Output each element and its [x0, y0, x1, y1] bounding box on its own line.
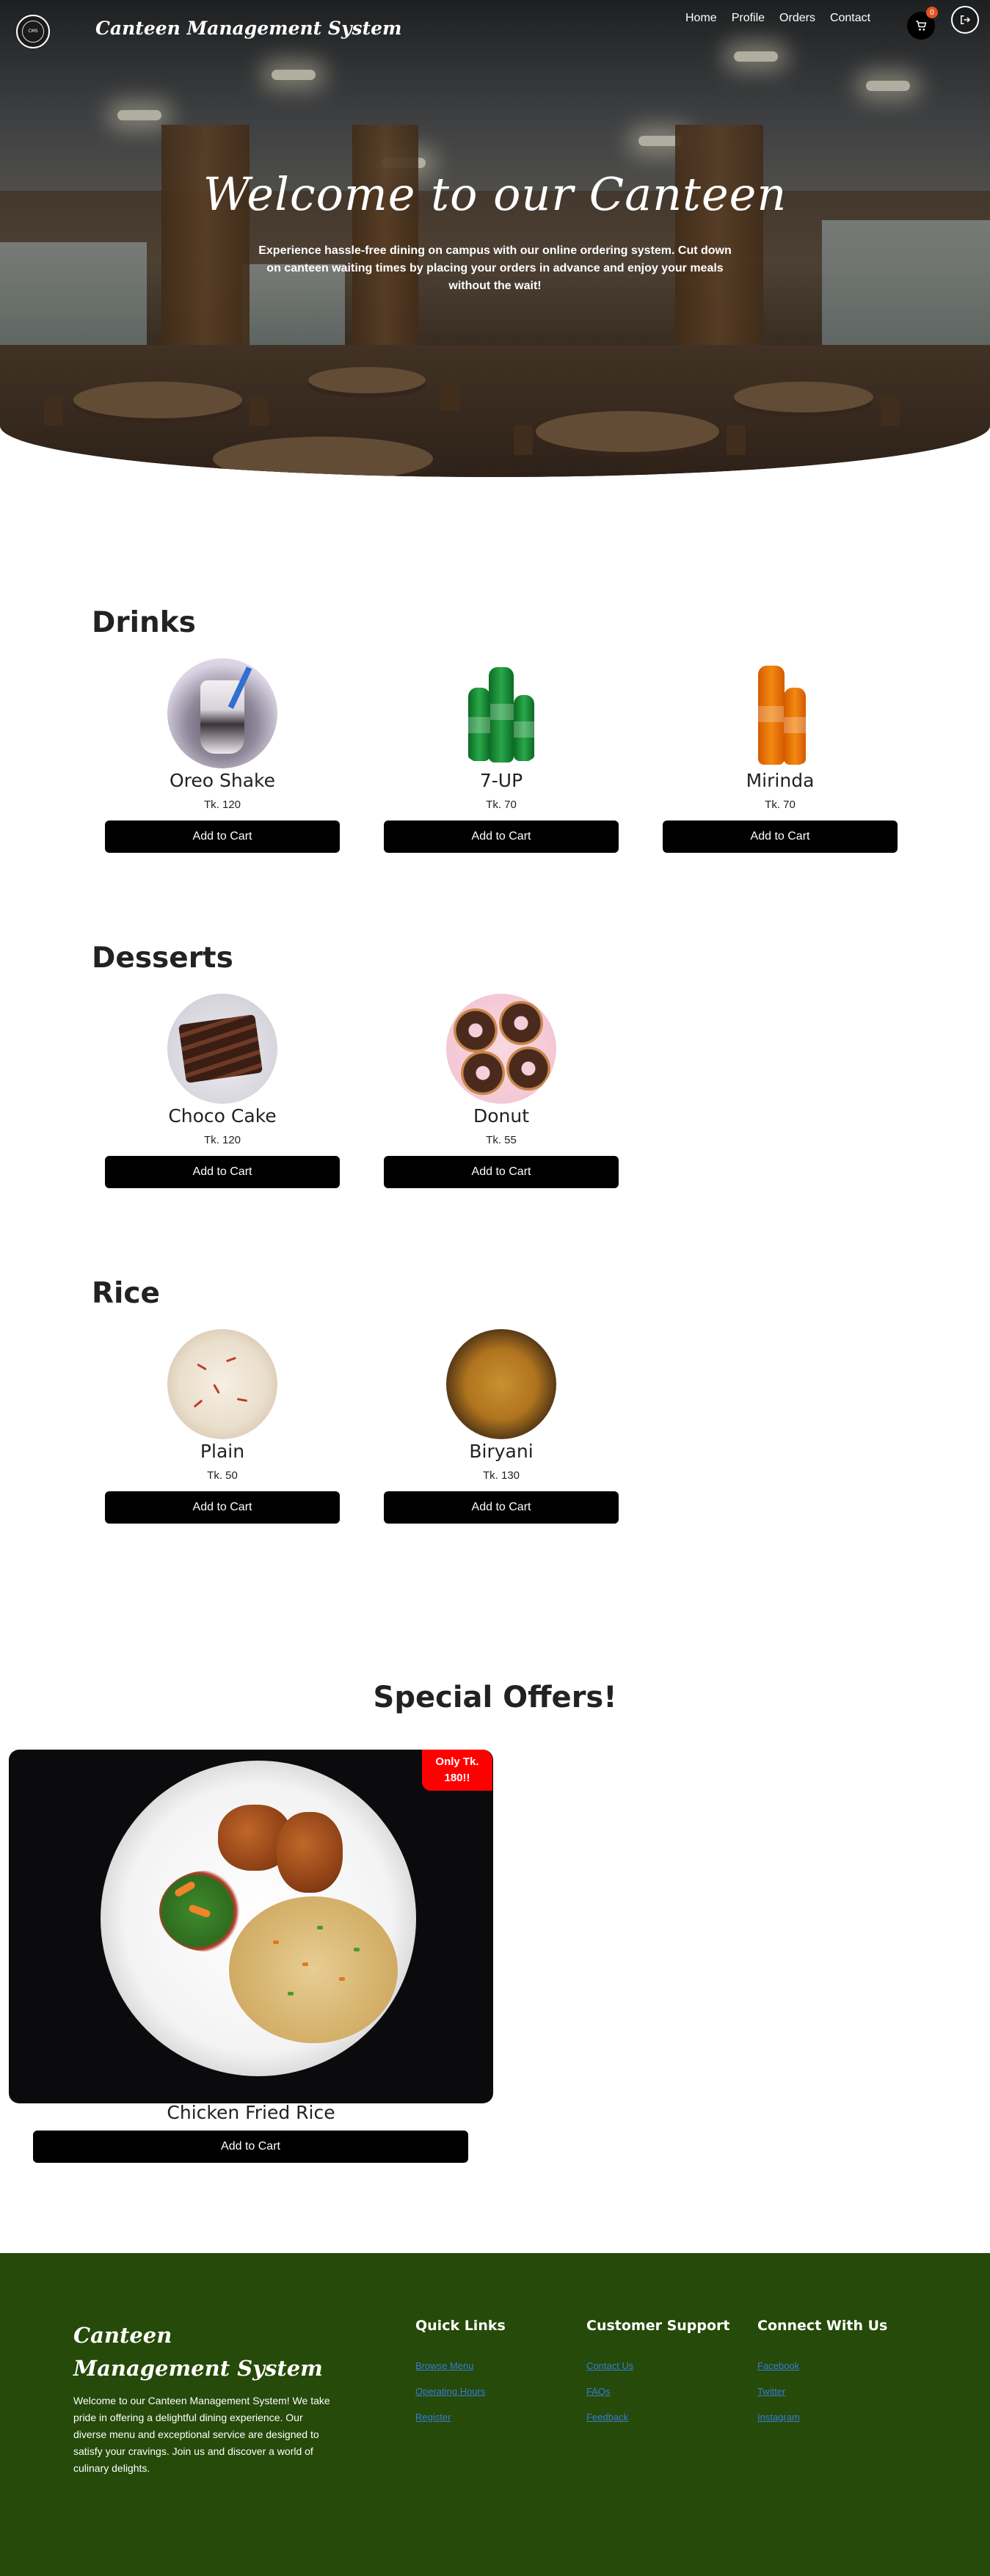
badge-line-2: 180!!	[444, 1772, 470, 1784]
section-title-drinks: Drinks	[92, 606, 196, 639]
logo-text: CMS	[22, 21, 44, 43]
mirinda-image	[725, 658, 835, 768]
menu-item-card: Oreo Shake Tk. 120 Add to Cart	[105, 658, 340, 853]
footer-link-operating-hours[interactable]: Operating Hours	[415, 2386, 506, 2397]
nav-links: Home Profile Orders Contact	[685, 12, 870, 25]
hero-subtitle: Experience hassle-free dining on campus …	[258, 244, 732, 292]
item-price: Tk. 130	[482, 1469, 520, 1482]
footer-heading: Connect With Us	[757, 2318, 888, 2334]
menu-item-card: Mirinda Tk. 70 Add to Cart	[663, 658, 898, 853]
item-price: Tk. 70	[765, 798, 796, 811]
item-price: Tk. 120	[203, 798, 241, 811]
add-to-cart-button[interactable]: Add to Cart	[384, 1491, 619, 1524]
plain-rice-image	[167, 1329, 277, 1439]
item-price: Tk. 50	[207, 1469, 238, 1482]
nav-home-link[interactable]: Home	[685, 12, 717, 25]
nav-profile-link[interactable]: Profile	[732, 12, 765, 25]
footer-link-feedback[interactable]: Feedback	[586, 2412, 730, 2423]
hero-banner	[0, 0, 990, 477]
site-logo[interactable]: CMS	[16, 15, 50, 48]
7up-image	[446, 658, 556, 768]
special-offers-title: Special Offers!	[373, 1681, 617, 1714]
item-name: 7-UP	[479, 770, 523, 791]
footer-link-browse-menu[interactable]: Browse Menu	[415, 2360, 506, 2371]
footer-quick-links: Quick Links Browse Menu Operating Hours …	[415, 2318, 506, 2437]
brand-title[interactable]: Canteen Management System	[95, 18, 402, 39]
item-name: Mirinda	[746, 770, 815, 791]
add-to-cart-button[interactable]: Add to Cart	[105, 821, 340, 853]
item-price: Tk. 70	[486, 798, 517, 811]
footer-customer-support: Customer Support Contact Us FAQs Feedbac…	[586, 2318, 730, 2437]
footer-link-instagram[interactable]: Instagram	[757, 2412, 887, 2423]
menu-item-card: 7-UP Tk. 70 Add to Cart	[384, 658, 619, 853]
item-name: Plain	[200, 1441, 245, 1462]
menu-item-card: Donut Tk. 55 Add to Cart	[384, 994, 619, 1188]
cart-count-badge: 0	[926, 7, 938, 18]
hero-title: Welcome to our Canteen	[203, 167, 787, 221]
footer-link-faqs[interactable]: FAQs	[586, 2386, 730, 2397]
footer-heading: Customer Support	[586, 2318, 730, 2334]
menu-item-card: Choco Cake Tk. 120 Add to Cart	[105, 994, 340, 1188]
logout-button[interactable]	[951, 6, 979, 34]
nav-orders-link[interactable]: Orders	[779, 12, 815, 25]
item-name: Choco Cake	[168, 1105, 277, 1127]
site-footer: Canteen Management System Welcome to our…	[0, 2253, 990, 2576]
menu-item-card: Biryani Tk. 130 Add to Cart	[384, 1329, 619, 1524]
offer-item-name: Chicken Fried Rice	[167, 2102, 335, 2123]
item-price: Tk. 120	[203, 1134, 241, 1146]
footer-link-contact-us[interactable]: Contact Us	[586, 2360, 730, 2371]
item-price: Tk. 55	[486, 1134, 517, 1146]
section-title-rice: Rice	[92, 1277, 160, 1310]
footer-description: Welcome to our Canteen Management System…	[73, 2395, 330, 2474]
footer-brand: Canteen Management System	[73, 2323, 323, 2381]
add-to-cart-button[interactable]: Add to Cart	[384, 821, 619, 853]
footer-link-twitter[interactable]: Twitter	[757, 2386, 887, 2397]
biryani-image	[446, 1329, 556, 1439]
add-to-cart-button[interactable]: Add to Cart	[384, 1156, 619, 1188]
footer-connect: Connect With Us Facebook Twitter Instagr…	[757, 2318, 887, 2437]
section-title-desserts: Desserts	[92, 942, 233, 975]
footer-link-facebook[interactable]: Facebook	[757, 2360, 887, 2371]
add-to-cart-button[interactable]: Add to Cart	[663, 821, 898, 853]
item-name: Biryani	[469, 1441, 534, 1462]
footer-heading: Quick Links	[415, 2318, 506, 2334]
oreo-shake-image	[167, 658, 277, 768]
item-name: Oreo Shake	[169, 770, 276, 791]
footer-link-register[interactable]: Register	[415, 2412, 506, 2423]
logout-icon	[961, 15, 971, 24]
offer-add-to-cart-button[interactable]: Add to Cart	[33, 2131, 468, 2163]
choco-cake-image	[167, 994, 277, 1104]
badge-line-1: Only Tk.	[435, 1755, 479, 1768]
menu-item-card: Plain Tk. 50 Add to Cart	[105, 1329, 340, 1524]
add-to-cart-button[interactable]: Add to Cart	[105, 1156, 340, 1188]
offer-price-badge: Only Tk. 180!!	[422, 1750, 492, 1791]
nav-contact-link[interactable]: Contact	[830, 12, 870, 25]
donut-image	[446, 994, 556, 1104]
add-to-cart-button[interactable]: Add to Cart	[105, 1491, 340, 1524]
item-name: Donut	[473, 1105, 530, 1127]
chicken-fried-rice-image	[9, 1750, 493, 2103]
cart-icon	[916, 21, 927, 31]
